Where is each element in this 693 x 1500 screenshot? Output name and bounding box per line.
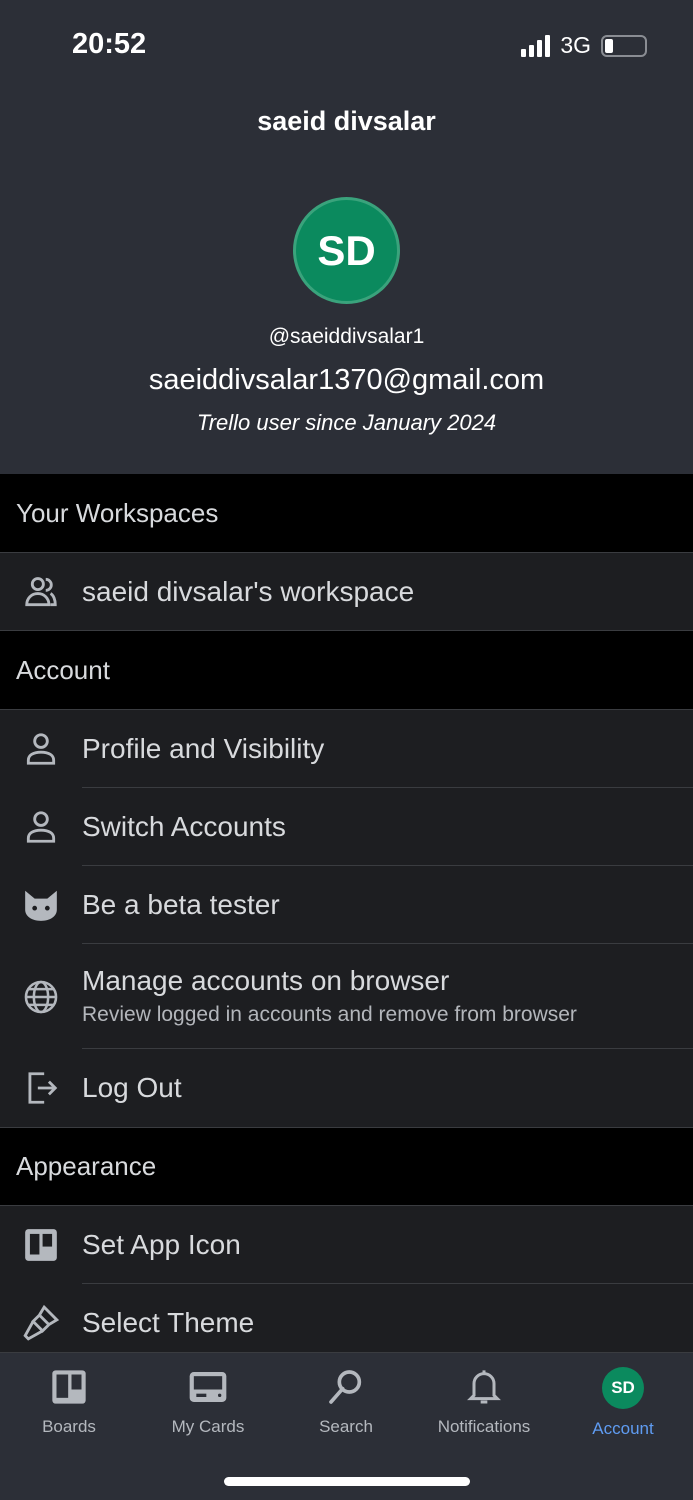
tab-boards[interactable]: Boards	[0, 1367, 138, 1437]
row-label: Set App Icon	[82, 1206, 693, 1284]
tab-label: Account	[592, 1419, 654, 1438]
tab-label: Notifications	[437, 1417, 531, 1436]
search-icon	[329, 1370, 362, 1404]
logout-icon	[0, 1069, 82, 1107]
paintbrush-icon	[0, 1304, 82, 1342]
tab-label: Search	[319, 1417, 373, 1436]
select-theme-item[interactable]: Select Theme	[0, 1284, 693, 1362]
row-label: Select Theme	[82, 1307, 255, 1338]
home-indicator	[224, 1477, 470, 1486]
manage-accounts-item[interactable]: Manage accounts on browser Review logged …	[0, 944, 693, 1049]
profile-handle: @saeiddivsalar1	[268, 325, 425, 348]
row-label: Manage accounts on browser	[82, 965, 450, 996]
person-icon	[0, 808, 82, 846]
set-app-icon-item[interactable]: Set App Icon	[0, 1206, 693, 1284]
row-label: Switch Accounts	[82, 788, 693, 866]
taco-icon	[0, 886, 82, 924]
profile-visibility-item[interactable]: Profile and Visibility	[0, 710, 693, 788]
tab-account[interactable]: SD Account	[554, 1367, 692, 1439]
settings-list: Your Workspaces saeid divsalar's workspa…	[0, 474, 693, 1362]
network-type: 3G	[560, 32, 591, 58]
tab-notifications[interactable]: Notifications	[415, 1367, 553, 1437]
globe-icon	[0, 978, 82, 1016]
board-icon	[52, 1370, 86, 1404]
section-header-account: Account	[0, 631, 693, 710]
status-icons: 3G	[521, 32, 647, 59]
logout-item[interactable]: Log Out	[0, 1049, 693, 1127]
tab-label: Boards	[42, 1417, 96, 1436]
row-label: Be a beta tester	[82, 866, 693, 944]
row-sublabel: Review logged in accounts and remove fro…	[82, 1003, 577, 1026]
row-label: Log Out	[82, 1072, 182, 1103]
card-icon	[189, 1372, 227, 1402]
switch-accounts-item[interactable]: Switch Accounts	[0, 788, 693, 866]
section-header-workspaces: Your Workspaces	[0, 474, 693, 553]
signal-icon	[521, 34, 551, 57]
person-icon	[0, 730, 82, 768]
row-label: Profile and Visibility	[82, 710, 693, 788]
beta-tester-item[interactable]: Be a beta tester	[0, 866, 693, 944]
row-label: saeid divsalar's workspace	[82, 575, 415, 607]
battery-icon	[601, 34, 647, 57]
board-icon	[0, 1226, 82, 1264]
tab-label: My Cards	[171, 1417, 245, 1436]
member-since: Trello user since January 2024	[196, 410, 497, 435]
profile-email: saeiddivsalar1370@gmail.com	[148, 364, 545, 396]
avatar: SD	[602, 1367, 644, 1409]
profile-name: saeid divsalar	[257, 106, 436, 136]
bell-icon	[467, 1370, 501, 1404]
workspace-members-icon	[0, 573, 82, 611]
tab-my-cards[interactable]: My Cards	[139, 1367, 277, 1437]
avatar[interactable]: SD	[293, 197, 400, 304]
section-header-appearance: Appearance	[0, 1127, 693, 1206]
profile-header: 20:52 3G saeid divsalar SD @saeiddivsala…	[0, 0, 693, 474]
status-time: 20:52	[72, 28, 147, 60]
tab-search[interactable]: Search	[277, 1367, 415, 1437]
workspace-item[interactable]: saeid divsalar's workspace	[0, 553, 693, 631]
